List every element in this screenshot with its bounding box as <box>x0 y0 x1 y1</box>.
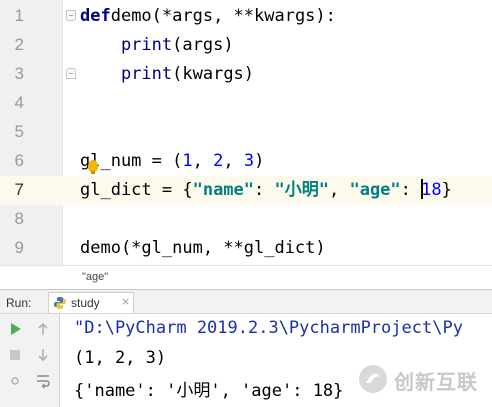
code-token: gl_dict = { <box>80 180 193 200</box>
code-token: } <box>441 180 452 200</box>
code-text[interactable]: print(args) <box>80 34 234 56</box>
stop-icon[interactable] <box>6 346 24 364</box>
code-line[interactable]: 8 <box>0 205 492 234</box>
code-token: "name" <box>192 180 255 200</box>
watermark-text: 创新互联 <box>394 370 478 394</box>
line-number-cell: 8 <box>0 205 62 234</box>
line-number: 4 <box>14 93 24 112</box>
line-number: 3 <box>14 64 24 83</box>
code-line[interactable]: 5 <box>0 118 492 147</box>
code-token: 18 <box>421 180 442 200</box>
fold-marker-icon[interactable] <box>66 10 76 21</box>
watermark-logo-icon <box>359 365 387 393</box>
code-token: (args) <box>172 35 234 55</box>
code-token: print <box>120 35 173 55</box>
code-token: : <box>254 180 275 200</box>
breadcrumb-item[interactable]: "age" <box>82 271 108 283</box>
code-token: 1 <box>182 151 193 171</box>
code-line[interactable]: 7 gl_dict = {"name": "小明", "age": 18} <box>0 176 492 205</box>
close-icon[interactable]: × <box>121 295 130 308</box>
code-token: : <box>400 180 422 200</box>
line-number: 1 <box>14 6 24 25</box>
console-line: "D:\PyCharm 2019.2.3\PycharmProject\Py <box>74 318 463 338</box>
run-toolbar <box>0 314 60 407</box>
soft-wrap-icon[interactable] <box>34 372 52 390</box>
code-line[interactable]: 2 print(args) <box>0 31 492 60</box>
code-text[interactable]: demo(*gl_num, **gl_dict) <box>80 237 326 259</box>
line-number-cell: 9 <box>0 234 62 263</box>
arrow-up-icon[interactable] <box>34 320 52 338</box>
code-token: 2 <box>213 151 224 171</box>
line-number: 2 <box>14 35 24 54</box>
run-tool-window-header: Run: study × <box>0 289 492 314</box>
console-line: {'name': '小明', 'age': 18} <box>74 381 344 401</box>
code-text[interactable]: gl_num = (1, 2, 3) <box>80 150 264 172</box>
settings-icon[interactable] <box>6 372 24 390</box>
line-number-cell: 2 <box>0 31 62 60</box>
line-number-cell: 5 <box>0 118 62 147</box>
breadcrumb[interactable]: "age" <box>0 265 492 289</box>
watermark: 创新互联 <box>358 362 492 396</box>
code-token: , <box>192 151 214 171</box>
code-token: ) <box>254 151 265 171</box>
line-number: 9 <box>14 238 24 257</box>
code-token: 3 <box>243 151 255 171</box>
line-number-cell: 1 <box>0 2 62 31</box>
line-number-cell: 7 <box>0 176 62 205</box>
code-token: demo(*gl_num, **gl_dict) <box>80 238 326 258</box>
line-number-cell: 3 <box>0 60 62 89</box>
code-token: demo(*args, **kwargs): <box>110 6 336 26</box>
code-editor[interactable]: 1 defdemo(*args, **kwargs): 2 print(args) 3… <box>0 0 492 265</box>
line-number-cell: 6 <box>0 147 62 176</box>
run-tab-study[interactable]: study × <box>48 292 134 313</box>
code-token: , <box>223 151 244 171</box>
code-token: def <box>80 6 111 26</box>
code-line[interactable]: 4 <box>0 89 492 118</box>
code-line[interactable]: 6 gl_num = (1, 2, 3) <box>0 147 492 176</box>
fold-end-marker-icon[interactable] <box>66 68 76 79</box>
code-token: print <box>120 64 173 84</box>
code-token: "小明" <box>274 180 329 200</box>
code-text[interactable]: gl_dict = {"name": "小明", "age": 18} <box>80 179 452 201</box>
rerun-icon[interactable] <box>6 320 24 338</box>
console-line: (1, 2, 3) <box>74 348 167 368</box>
line-number-cell: 4 <box>0 89 62 118</box>
code-token: (kwargs) <box>172 64 255 84</box>
code-token: , <box>328 180 350 200</box>
line-number: 7 <box>14 180 24 199</box>
code-text[interactable]: defdemo(*args, **kwargs): <box>80 5 336 27</box>
code-token: "age" <box>349 180 401 200</box>
run-tab-label: study <box>71 296 100 310</box>
code-line[interactable]: 9 demo(*gl_num, **gl_dict) <box>0 234 492 263</box>
code-text[interactable]: print(kwargs) <box>80 63 254 85</box>
arrow-down-icon[interactable] <box>34 346 52 364</box>
line-number: 5 <box>14 122 24 141</box>
line-number: 8 <box>14 209 24 228</box>
line-number: 6 <box>14 151 24 170</box>
run-label: Run: <box>6 296 32 310</box>
intention-bulb-icon[interactable] <box>88 160 98 174</box>
python-icon <box>54 297 66 309</box>
